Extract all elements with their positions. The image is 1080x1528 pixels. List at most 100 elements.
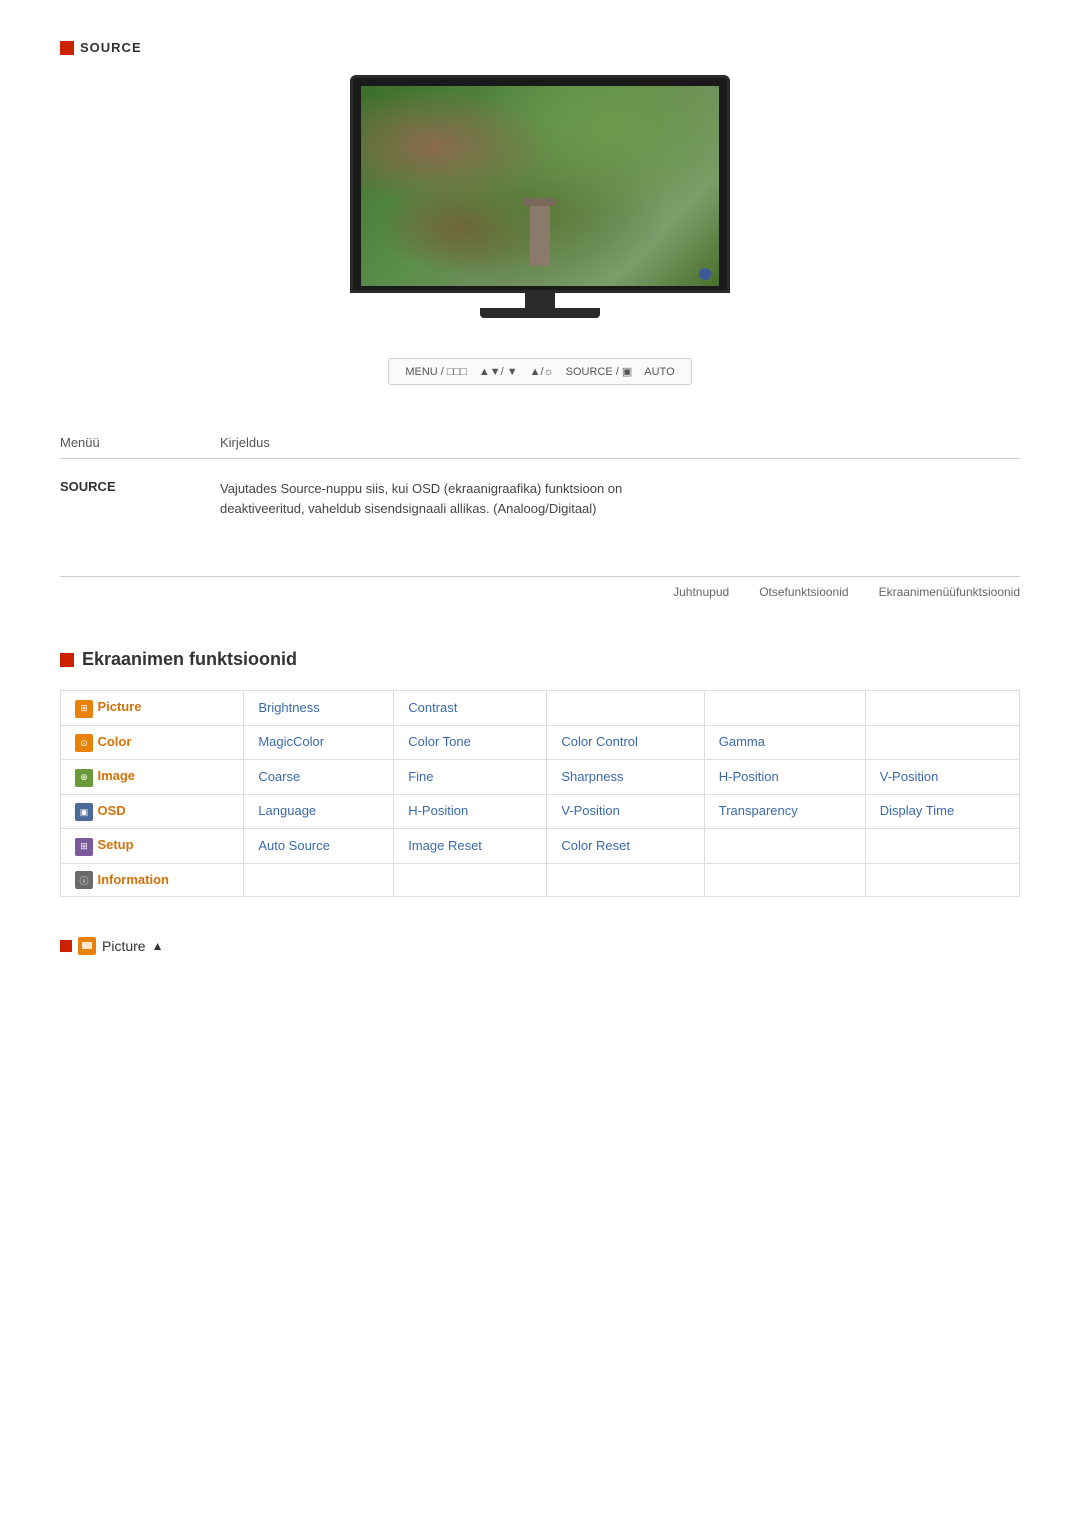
control-bar: MENU / □□□ ▲▼/ ▼ ▲/☼ SOURCE / ▣ AUTO — [388, 358, 691, 385]
empty-cell-7 — [244, 863, 394, 897]
color-icon: ⊙ — [75, 734, 93, 752]
colorreset-link[interactable]: Color Reset — [561, 838, 630, 853]
breadcrumb-arrow-icon — [60, 940, 72, 952]
autosource-cell: Auto Source — [244, 829, 394, 864]
brightness-link[interactable]: Brightness — [258, 700, 319, 715]
gamma-cell: Gamma — [704, 725, 865, 760]
fine-cell: Fine — [394, 760, 547, 795]
empty-cell-4 — [865, 725, 1019, 760]
sharpness-cell: Sharpness — [547, 760, 704, 795]
monitor-container — [60, 75, 1020, 318]
table-row: ⊕ Image Coarse Fine Sharpness H-Position… — [61, 760, 1020, 795]
menu-table: ⊞ Picture Brightness Contrast ⊙ Color Ma… — [60, 690, 1020, 897]
empty-cell-8 — [394, 863, 547, 897]
information-link[interactable]: Information — [97, 872, 169, 887]
coarse-link[interactable]: Coarse — [258, 769, 300, 784]
monitor-button — [699, 268, 711, 280]
section-arrow-icon — [60, 653, 74, 667]
autosource-link[interactable]: Auto Source — [258, 838, 330, 853]
magiccolor-link[interactable]: MagicColor — [258, 734, 324, 749]
displaytime-link[interactable]: Display Time — [880, 803, 954, 818]
information-icon: ⓘ — [75, 871, 93, 889]
empty-cell-6 — [865, 829, 1019, 864]
control-bar-source: SOURCE / ▣ — [566, 365, 633, 378]
picture-link[interactable]: Picture — [97, 699, 141, 714]
transparency-link[interactable]: Transparency — [719, 803, 798, 818]
brightness-cell: Brightness — [244, 691, 394, 726]
image-icon: ⊕ — [75, 769, 93, 787]
gamma-link[interactable]: Gamma — [719, 734, 765, 749]
fine-link[interactable]: Fine — [408, 769, 433, 784]
description-table: Menüü Kirjeldus SOURCE Vajutades Source-… — [60, 435, 1020, 526]
picture-breadcrumb: Picture ▲ — [60, 937, 1020, 955]
category-image: ⊕ Image — [61, 760, 244, 795]
hposition-image-link[interactable]: H-Position — [719, 769, 779, 784]
picture-svg-icon — [80, 939, 94, 953]
monitor-screen — [361, 86, 719, 286]
table-row: ⊞ Setup Auto Source Image Reset Color Re… — [61, 829, 1020, 864]
control-bar-menu: MENU / □□□ — [405, 366, 467, 378]
source-header: SOURCE — [60, 40, 1020, 55]
control-bar-wrapper: MENU / □□□ ▲▼/ ▼ ▲/☼ SOURCE / ▣ AUTO — [60, 358, 1020, 385]
control-bar-auto: AUTO — [644, 366, 674, 378]
setup-icon: ⊞ — [75, 838, 93, 856]
nav-link-otsefunktsioonid[interactable]: Otsefunktsioonid — [759, 585, 848, 599]
picture-icon: ⊞ — [75, 700, 93, 718]
sharpness-link[interactable]: Sharpness — [561, 769, 623, 784]
vposition-image-link[interactable]: V-Position — [880, 769, 939, 784]
empty-cell-1 — [547, 691, 704, 726]
hposition-osd-link[interactable]: H-Position — [408, 803, 468, 818]
desc-col1-header: Menüü — [60, 435, 220, 450]
transparency-cell: Transparency — [704, 794, 865, 829]
colorcontrol-link[interactable]: Color Control — [561, 734, 638, 749]
language-cell: Language — [244, 794, 394, 829]
monitor-pagoda — [530, 206, 550, 266]
color-link[interactable]: Color — [97, 734, 131, 749]
nav-links: Juhtnupud Otsefunktsioonid Ekraanimenüüf… — [60, 576, 1020, 599]
osd-link[interactable]: OSD — [97, 803, 125, 818]
magiccolor-cell: MagicColor — [244, 725, 394, 760]
desc-header-row: Menüü Kirjeldus — [60, 435, 1020, 459]
source-icon — [60, 41, 74, 55]
breadcrumb-up-arrow: ▲ — [152, 939, 164, 953]
colortone-link[interactable]: Color Tone — [408, 734, 471, 749]
desc-col2-header: Kirjeldus — [220, 435, 270, 450]
hposition-osd-cell: H-Position — [394, 794, 547, 829]
monitor-stand-base — [480, 308, 600, 318]
category-picture: ⊞ Picture — [61, 691, 244, 726]
language-link[interactable]: Language — [258, 803, 316, 818]
setup-link[interactable]: Setup — [97, 837, 133, 852]
nav-link-ekraanimenyy[interactable]: Ekraanimenüüfunktsioonid — [879, 585, 1020, 599]
contrast-link[interactable]: Contrast — [408, 700, 457, 715]
imagereset-link[interactable]: Image Reset — [408, 838, 482, 853]
nav-link-juhtnupud[interactable]: Juhtnupud — [673, 585, 729, 599]
coarse-cell: Coarse — [244, 760, 394, 795]
image-link[interactable]: Image — [97, 768, 135, 783]
desc-data-row: SOURCE Vajutades Source-nuppu siis, kui … — [60, 471, 1020, 526]
osd-icon: ▣ — [75, 803, 93, 821]
empty-cell-5 — [704, 829, 865, 864]
vposition-osd-link[interactable]: V-Position — [561, 803, 620, 818]
empty-cell-3 — [865, 691, 1019, 726]
source-label: SOURCE — [80, 40, 142, 55]
vposition-image-cell: V-Position — [865, 760, 1019, 795]
colorcontrol-cell: Color Control — [547, 725, 704, 760]
displaytime-cell: Display Time — [865, 794, 1019, 829]
hposition-image-cell: H-Position — [704, 760, 865, 795]
category-setup: ⊞ Setup — [61, 829, 244, 864]
table-row: ⊙ Color MagicColor Color Tone Color Cont… — [61, 725, 1020, 760]
empty-cell-11 — [865, 863, 1019, 897]
monitor-stand-neck — [525, 293, 555, 308]
control-bar-nav: ▲▼/ ▼ — [479, 366, 518, 378]
control-bar-brightness: ▲/☼ — [530, 366, 554, 378]
empty-cell-2 — [704, 691, 865, 726]
breadcrumb-picture-label: Picture — [102, 938, 146, 954]
imagereset-cell: Image Reset — [394, 829, 547, 864]
monitor-screen-wrapper — [350, 75, 730, 293]
empty-cell-9 — [547, 863, 704, 897]
table-row: ⓘ Information — [61, 863, 1020, 897]
desc-description: Vajutades Source-nuppu siis, kui OSD (ek… — [220, 479, 622, 518]
category-color: ⊙ Color — [61, 725, 244, 760]
breadcrumb-picture-icon — [78, 937, 96, 955]
table-row: ⊞ Picture Brightness Contrast — [61, 691, 1020, 726]
